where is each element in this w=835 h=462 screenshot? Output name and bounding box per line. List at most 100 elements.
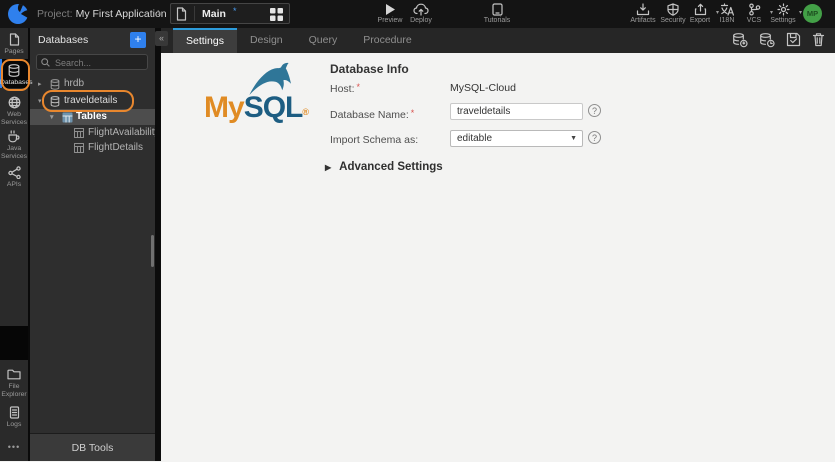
database-name-input[interactable] (450, 103, 583, 120)
workspace-name: Main (202, 8, 226, 20)
file-explorer-label: File Explorer (1, 383, 27, 398)
panel-title: Databases (38, 34, 89, 46)
workspace-separator (194, 6, 195, 21)
panel-content-divider (155, 28, 161, 461)
add-database-button[interactable]: + (130, 32, 146, 48)
expander-expanded-icon[interactable]: ▾ (38, 97, 42, 105)
advanced-settings-toggle[interactable]: ▶ Advanced Settings (325, 161, 443, 173)
file-explorer-folder-icon (0, 368, 28, 381)
sidebar-item-java-services[interactable]: Java Services (0, 130, 28, 160)
database-search-input[interactable] (53, 56, 147, 70)
db-reimport-icon[interactable] (732, 32, 748, 48)
apis-icon (0, 166, 28, 179)
db-tools-button[interactable]: DB Tools (30, 433, 155, 461)
mysql-wordmark: MySQL® (204, 91, 309, 125)
delete-icon[interactable] (812, 32, 825, 48)
database-node-icon (50, 96, 60, 107)
pages-grid-icon[interactable] (270, 8, 283, 21)
artifacts-button[interactable]: Artifacts (628, 3, 658, 24)
i18n-label: I18N (719, 17, 735, 24)
advanced-settings-expander-icon: ▶ (325, 163, 332, 172)
database-name-help-icon[interactable]: ? (588, 104, 601, 117)
database-node-icon (50, 79, 60, 90)
tab-procedure[interactable]: Procedure (350, 28, 424, 53)
logs-label: Logs (6, 421, 22, 428)
tree-node-label: hrdb (64, 78, 85, 89)
sidebar-item-apis[interactable]: APIs (0, 166, 28, 189)
project-label: Project: (37, 8, 73, 20)
settings-caret-icon: ▾ (798, 10, 802, 16)
import-schema-help-icon[interactable]: ? (588, 131, 601, 144)
sidebar-item-web-services[interactable]: Web Services (0, 96, 28, 126)
table-node-icon (74, 128, 84, 138)
artifacts-icon (628, 3, 658, 16)
tree-node-hrdb[interactable]: ▸ hrdb (30, 76, 155, 92)
logs-icon (0, 406, 28, 419)
settings-gear-icon: ▾ (768, 3, 802, 16)
vcs-button[interactable]: ▾ VCS (739, 3, 773, 24)
sidebar-item-pages[interactable]: Pages (0, 33, 28, 56)
tree-node-traveldetails[interactable]: ▾ traveldetails (30, 93, 155, 109)
databases-label: Databases (0, 79, 33, 86)
sidebar-more-button[interactable]: ••• (0, 442, 28, 452)
export-button[interactable]: ▾ Export (685, 3, 719, 24)
db-sync-icon[interactable] (759, 32, 775, 48)
import-schema-label: Import Schema as: (330, 134, 419, 146)
pages-label: Pages (4, 48, 24, 55)
settings-content: MySQL® Database Info Host: * MySQL-Cloud … (161, 53, 835, 461)
i18n-translate-icon (712, 3, 742, 16)
sidebar-item-logs[interactable]: Logs (0, 406, 28, 429)
tree-node-tables[interactable]: ▾ Tables (30, 109, 155, 125)
preview-button[interactable]: Preview (375, 3, 405, 24)
page-file-icon (176, 7, 187, 21)
expander-collapsed-icon[interactable]: ▸ (38, 80, 42, 88)
mysql-wordmark-sql: SQL (243, 91, 304, 124)
databases-panel: Databases + ▸ hrdb ▾ traveldetails ▾ Tab… (30, 28, 160, 461)
java-services-label: Java Services (0, 145, 28, 160)
deploy-label: Deploy (410, 17, 432, 24)
save-icon[interactable] (786, 32, 801, 48)
left-sidebar: Pages Databases Web Services Java Servic… (0, 28, 33, 461)
user-avatar[interactable]: MP (803, 4, 822, 23)
tree-node-flightdetails[interactable]: FlightDetails (30, 140, 155, 156)
databases-icon (0, 64, 28, 77)
project-name: My First Application (75, 8, 167, 20)
import-schema-value: editable (457, 133, 493, 144)
tab-design[interactable]: Design (237, 28, 296, 53)
registered-mark: ® (302, 107, 309, 117)
tab-settings[interactable]: Settings (173, 28, 237, 53)
expander-expanded-icon[interactable]: ▾ (50, 113, 54, 121)
tutorials-button[interactable]: Tutorials (482, 3, 512, 24)
mysql-wordmark-my: My (204, 91, 245, 124)
settings-button[interactable]: ▾ Settings (768, 3, 802, 24)
wavemaker-logo-icon[interactable] (7, 3, 29, 25)
tree-node-label: Tables (76, 111, 107, 122)
panel-collapse-button[interactable]: « (155, 31, 168, 46)
deploy-cloud-icon (406, 3, 436, 16)
tab-query[interactable]: Query (296, 28, 351, 53)
required-marker: * (356, 82, 361, 92)
select-dropdown-arrow-icon: ▼ (570, 135, 577, 142)
deploy-button[interactable]: Deploy (406, 3, 436, 24)
tutorials-label: Tutorials (483, 17, 511, 24)
tree-node-label: FlightAvailability (88, 127, 160, 138)
tree-node-flightavailability[interactable]: FlightAvailability (30, 125, 160, 141)
sidebar-item-databases[interactable]: Databases (0, 64, 33, 87)
project-breadcrumb: Project: My First Application (37, 8, 167, 20)
import-schema-select[interactable]: editable ▼ (450, 130, 583, 147)
advanced-settings-label: Advanced Settings (339, 161, 443, 173)
preview-label: Preview (377, 17, 403, 24)
java-services-cup-icon (0, 130, 28, 143)
i18n-button[interactable]: I18N (712, 3, 742, 24)
pages-icon (0, 33, 28, 46)
export-label: Export (689, 17, 711, 24)
security-button[interactable]: Security (658, 3, 688, 24)
panel-scrollbar-thumb[interactable] (151, 235, 154, 267)
sidebar-item-file-explorer[interactable]: File Explorer (0, 368, 28, 398)
section-heading: Database Info (330, 62, 409, 76)
database-search-box[interactable] (36, 54, 148, 70)
tables-folder-icon (62, 112, 73, 123)
required-marker: * (410, 108, 415, 118)
workspace-selector[interactable]: Main * (170, 3, 290, 24)
host-label: Host: * (330, 82, 361, 95)
